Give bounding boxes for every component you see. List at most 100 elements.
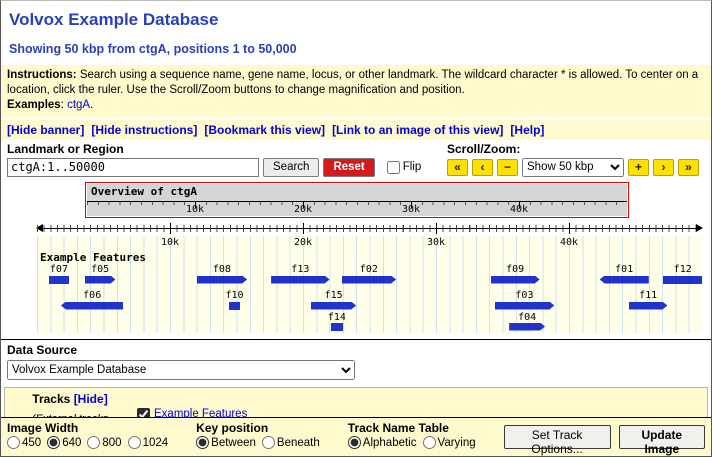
- landmark-label: Landmark or Region: [7, 142, 421, 156]
- instructions-text-line: Instructions: Search using a sequence na…: [7, 68, 705, 98]
- track-name-table-option[interactable]: Varying: [423, 436, 476, 449]
- track-name-table-radio[interactable]: [423, 436, 436, 449]
- page-title: Volvox Example Database: [9, 10, 703, 30]
- zoom-in-icon[interactable]: +: [628, 159, 649, 176]
- detail-ruler[interactable]: [37, 221, 702, 236]
- feature-f03[interactable]: [495, 302, 555, 310]
- feature-label-f15: f15: [325, 290, 343, 301]
- image-width-radio[interactable]: [87, 436, 100, 449]
- nav-link[interactable]: [Help]: [510, 123, 544, 137]
- feature-label-f06: f06: [83, 290, 101, 301]
- feature-f01[interactable]: [600, 276, 649, 284]
- feature-label-f10: f10: [225, 290, 243, 301]
- bottom-buttons: Set Track Options... Update Image: [504, 425, 705, 449]
- key-position-radios: Between Beneath: [196, 436, 326, 449]
- feature-f04[interactable]: [509, 323, 545, 331]
- key-position-option[interactable]: Beneath: [262, 436, 320, 449]
- overview-panel[interactable]: Overview of ctgA 10k20k30k40k: [87, 184, 627, 216]
- scroll-far-left-icon[interactable]: «: [447, 159, 468, 176]
- nav-link[interactable]: [Hide banner]: [7, 123, 84, 137]
- ruler-arrow-right-icon: [696, 224, 703, 232]
- flip-control[interactable]: Flip: [387, 161, 422, 174]
- feature-f12[interactable]: [663, 276, 702, 284]
- key-position-option-label: Between: [211, 437, 256, 449]
- set-track-options-button[interactable]: Set Track Options...: [504, 425, 611, 449]
- datasource-section: Data Source Volvox Example Database: [1, 340, 711, 384]
- ruler-major-tick: [436, 223, 437, 234]
- zoom-out-icon[interactable]: −: [497, 159, 518, 176]
- feature-f07[interactable]: [49, 276, 69, 284]
- track-name-table-option-label: Alphabetic: [363, 437, 417, 449]
- key-position-option[interactable]: Between: [196, 436, 256, 449]
- track-name-table-option[interactable]: Alphabetic: [348, 436, 417, 449]
- features-track-panel: 10k20k30k40k Example Features f07f05f08f…: [37, 236, 702, 333]
- region-summary: Showing 50 kbp from ctgA, positions 1 to…: [9, 42, 703, 56]
- track-name-table-radios: Alphabetic Varying: [348, 436, 482, 449]
- key-position-radio[interactable]: [196, 436, 209, 449]
- flip-checkbox[interactable]: [387, 161, 400, 174]
- track-name-table-radio[interactable]: [348, 436, 361, 449]
- key-position-group: Key position BetweenBeneath: [196, 421, 326, 449]
- update-image-button[interactable]: Update Image: [619, 425, 705, 449]
- feature-f15[interactable]: [311, 302, 356, 310]
- feature-label-f03: f03: [515, 290, 533, 301]
- image-width-option[interactable]: 1024: [128, 436, 169, 449]
- page-header: Volvox Example Database Showing 50 kbp f…: [1, 1, 711, 56]
- instructions-panel: Instructions: Search using a sequence na…: [1, 65, 711, 117]
- feature-f13[interactable]: [271, 276, 330, 284]
- landmark-area: Landmark or Region Search Reset Flip: [7, 142, 421, 177]
- feature-f11[interactable]: [629, 302, 668, 310]
- quick-links: [Hide banner] [Hide instructions] [Bookmar…: [1, 120, 711, 140]
- example-link[interactable]: ctgA: [67, 99, 90, 111]
- image-width-radio[interactable]: [128, 436, 141, 449]
- image-width-option-label: 640: [62, 437, 81, 449]
- overview-section: Overview of ctgA 10k20k30k40k: [1, 181, 711, 220]
- datasource-select[interactable]: Volvox Example Database: [7, 360, 355, 380]
- feature-f14[interactable]: [331, 323, 343, 331]
- overview-title: Overview of ctgA: [91, 185, 197, 198]
- feature-f08[interactable]: [197, 276, 248, 284]
- search-button[interactable]: Search: [263, 158, 319, 177]
- hide-tracks-link[interactable]: [Hide]: [74, 392, 108, 406]
- gbrowse-page: Volvox Example Database Showing 50 kbp f…: [0, 0, 712, 457]
- scrollzoom-area: Scroll/Zoom: « ‹ − Show 50 kbp + › »: [447, 142, 699, 177]
- bottom-controls: Image Width 4506408001024 Key position B…: [1, 417, 711, 456]
- feature-f02[interactable]: [342, 276, 397, 284]
- feature-f09[interactable]: [491, 276, 540, 284]
- examples-label: Examples: [7, 99, 61, 111]
- nav-link[interactable]: [Bookmark this view]: [204, 123, 325, 137]
- detail-tick-label: 10k: [161, 237, 179, 248]
- image-width-radio[interactable]: [47, 436, 60, 449]
- overview-tick-label: 20k: [294, 204, 312, 215]
- image-width-label: Image Width: [7, 421, 174, 435]
- scroll-left-icon[interactable]: ‹: [472, 159, 493, 176]
- image-width-option[interactable]: 800: [87, 436, 121, 449]
- instructions-body: Search using a sequence name, gene name,…: [7, 69, 698, 96]
- examples-suffix: .: [90, 99, 93, 111]
- scroll-far-right-icon[interactable]: »: [678, 159, 699, 176]
- detail-section: 10k20k30k40k Example Features f07f05f08f…: [1, 236, 711, 333]
- image-width-radio[interactable]: [7, 436, 20, 449]
- track-title: Example Features: [40, 251, 146, 264]
- feature-f06[interactable]: [61, 302, 124, 310]
- overview-minor-ticks: [87, 202, 627, 205]
- track-name-table-option-label: Varying: [438, 437, 476, 449]
- zoom-range-select[interactable]: Show 50 kbp: [522, 158, 624, 177]
- reset-button[interactable]: Reset: [323, 158, 374, 177]
- feature-label-f07: f07: [50, 264, 68, 275]
- image-width-option[interactable]: 640: [47, 436, 81, 449]
- scroll-right-icon[interactable]: ›: [653, 159, 674, 176]
- feature-label-f14: f14: [328, 312, 346, 323]
- nav-link[interactable]: [Hide instructions]: [91, 123, 197, 137]
- key-position-radio[interactable]: [262, 436, 275, 449]
- image-width-option[interactable]: 450: [7, 436, 41, 449]
- feature-f05[interactable]: [85, 276, 116, 284]
- nav-link[interactable]: [Link to an image of this view]: [332, 123, 503, 137]
- feature-label-f05: f05: [91, 264, 109, 275]
- landmark-input[interactable]: [7, 158, 259, 177]
- image-width-group: Image Width 450 640 800 1024: [7, 421, 174, 449]
- datasource-label: Data Source: [7, 343, 705, 357]
- examples-line: Examples: ctgA.: [7, 98, 705, 113]
- feature-f10[interactable]: [229, 302, 241, 310]
- feature-label-f12: f12: [674, 264, 692, 275]
